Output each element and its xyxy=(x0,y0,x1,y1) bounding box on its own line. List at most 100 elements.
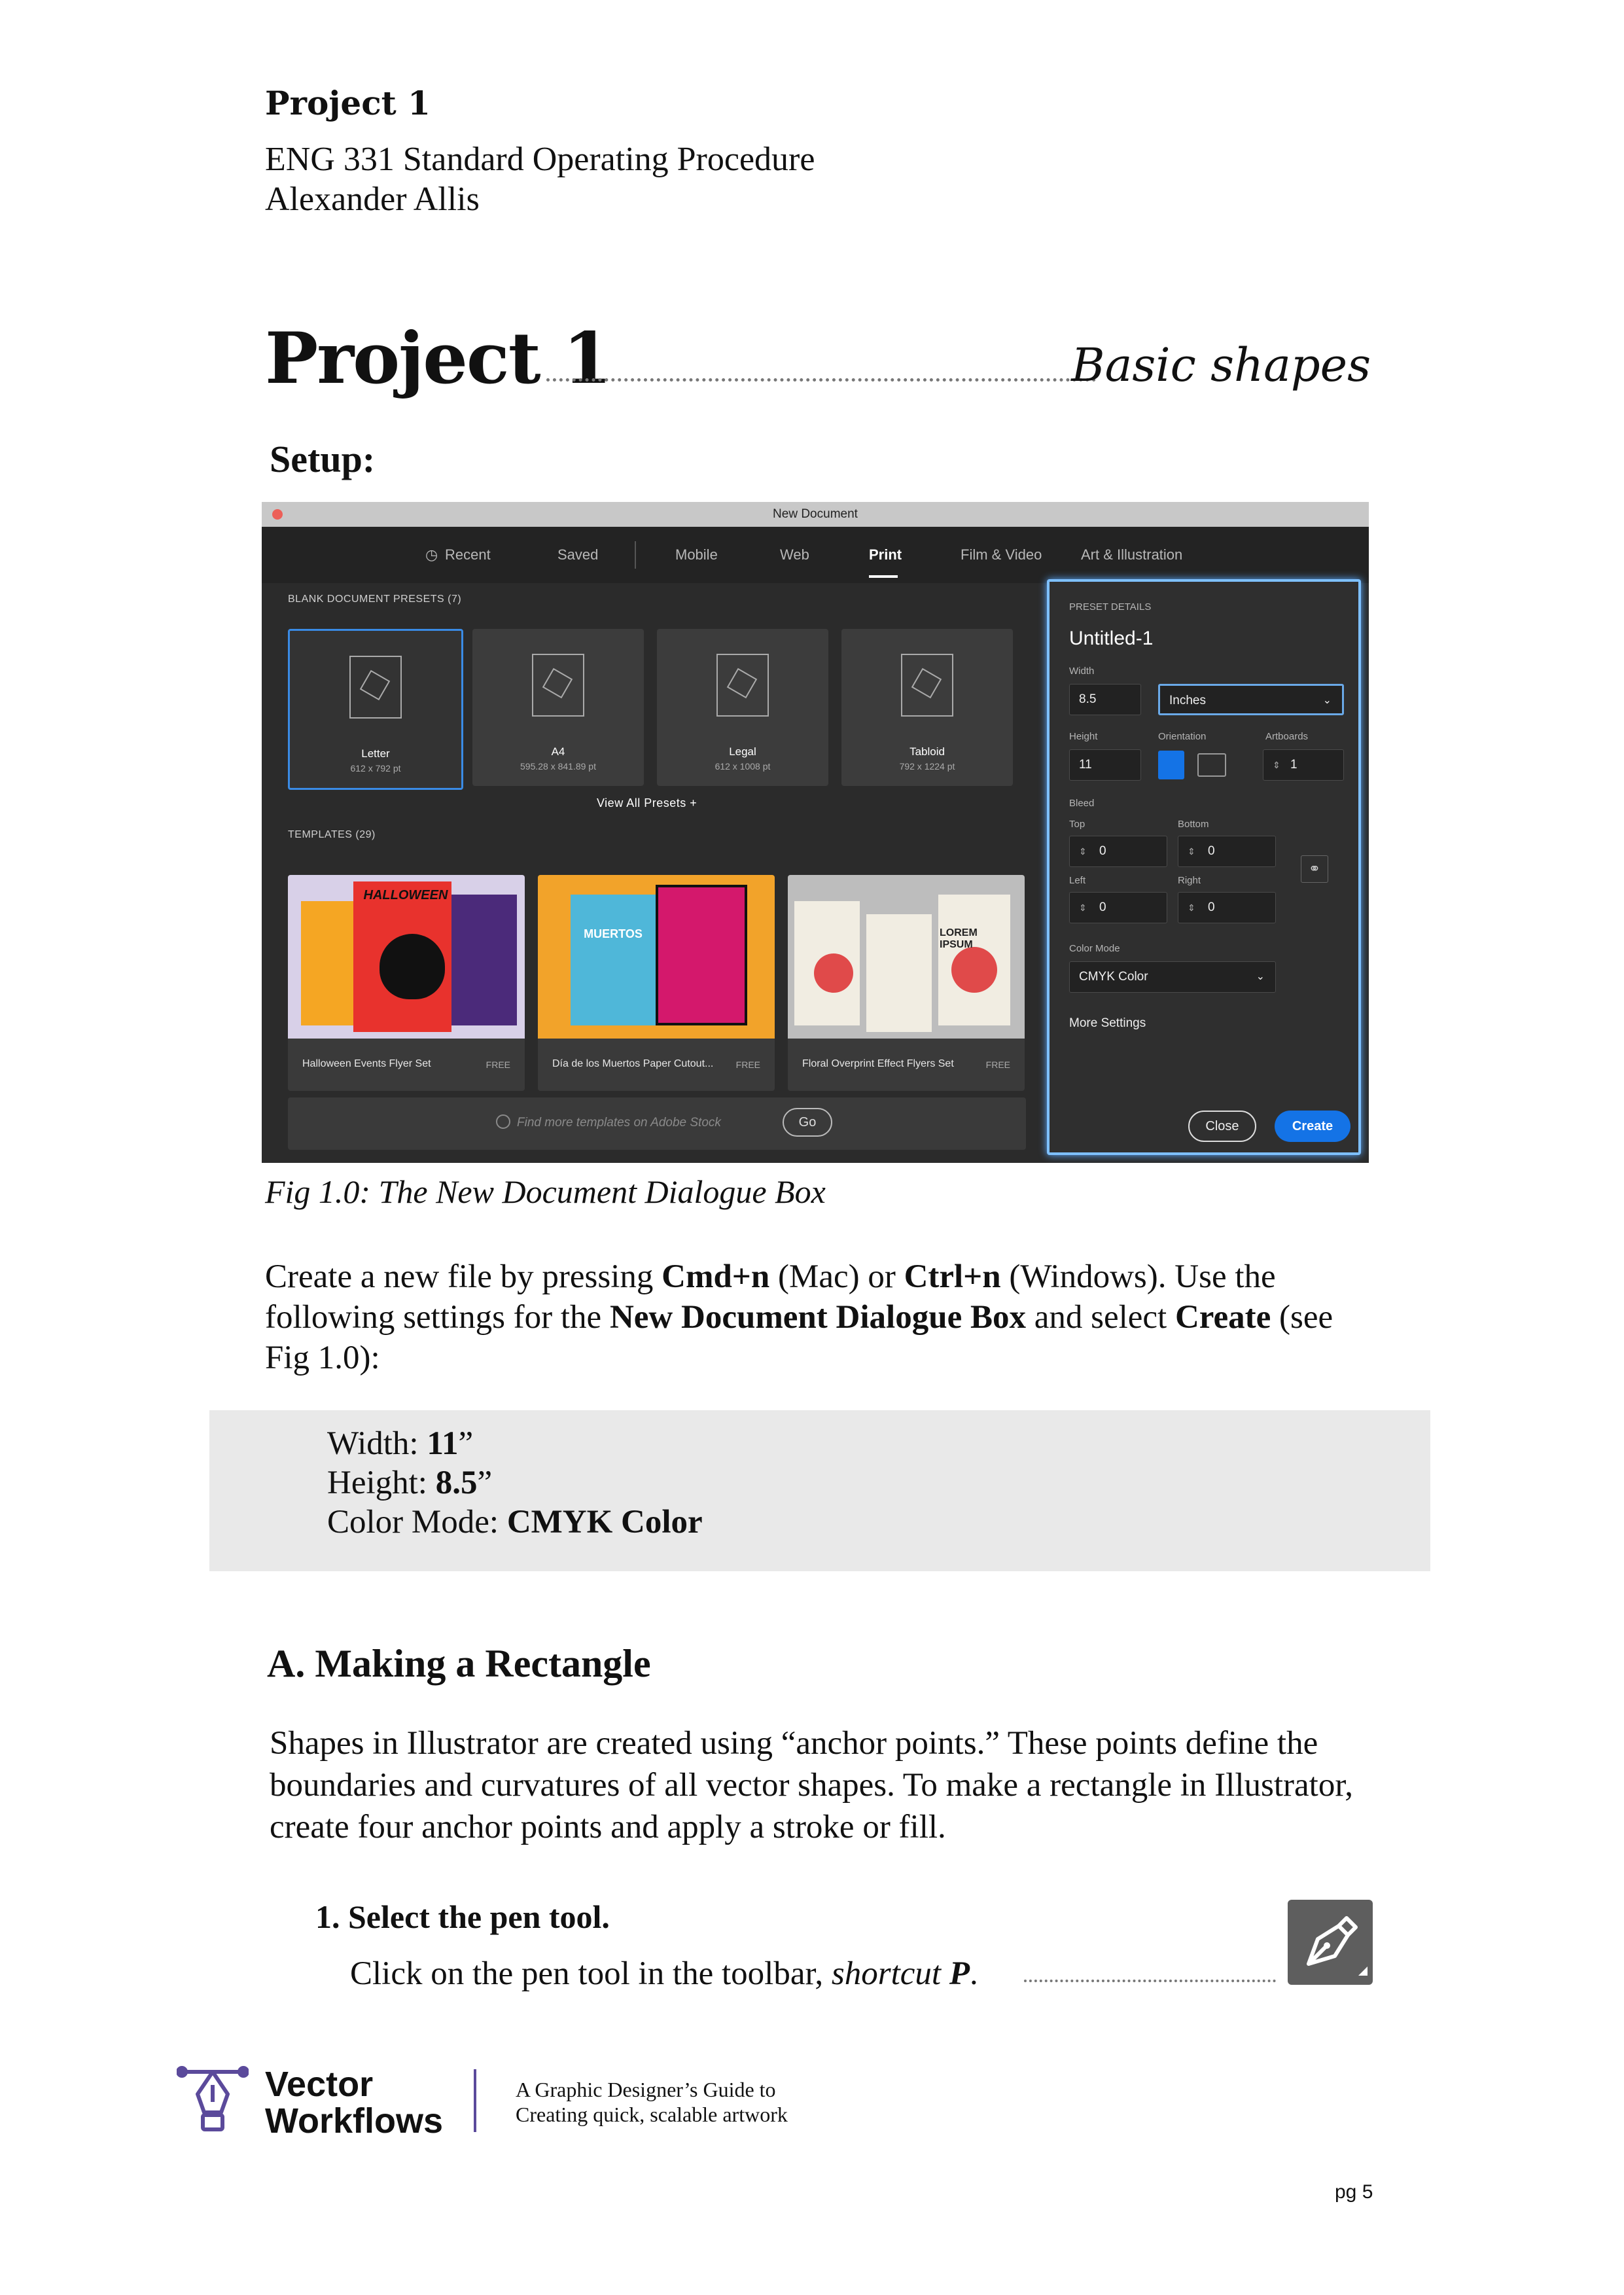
step-text: Click on the pen tool in the toolbar, xyxy=(350,1955,832,1992)
presets-section-label: BLANK DOCUMENT PRESETS (7) xyxy=(288,594,461,605)
bleed-bottom-value: 0 xyxy=(1208,844,1215,858)
step-dot-leader xyxy=(1024,1980,1276,1982)
templates-count: (29) xyxy=(355,829,376,840)
landscape-orientation-icon[interactable] xyxy=(1197,753,1226,777)
artboards-label: Artboards xyxy=(1265,731,1309,742)
shortcut-mac: Cmd+n xyxy=(662,1258,770,1295)
template-muertos[interactable]: MUERTOS Día de los Muertos Paper Cutout.… xyxy=(538,875,775,1091)
preset-size: 612 x 1008 pt xyxy=(715,761,771,772)
header-author: Alexander Allis xyxy=(265,181,480,218)
view-all-presets-link[interactable]: View All Presets + xyxy=(597,796,697,810)
template-badge: FREE xyxy=(735,1059,760,1070)
preset-a4[interactable]: A4 595.28 x 841.89 pt xyxy=(472,629,644,786)
figure-caption: Fig 1.0: The New Document Dialogue Box xyxy=(265,1173,826,1210)
window-close-icon[interactable] xyxy=(272,509,283,520)
height-input[interactable]: 11 xyxy=(1069,749,1141,781)
close-button[interactable]: Close xyxy=(1188,1111,1256,1142)
artboards-stepper[interactable]: ⇕ 1 xyxy=(1263,749,1344,781)
title-dot-leader xyxy=(546,378,1096,382)
preset-size: 612 x 792 pt xyxy=(350,763,401,774)
para-text: (Mac) or xyxy=(769,1258,904,1295)
width-input[interactable]: 8.5 xyxy=(1069,684,1141,715)
active-tab-indicator xyxy=(869,575,898,578)
tab-recent[interactable]: Recent xyxy=(445,546,491,563)
template-halloween[interactable]: HALLOWEEN Halloween Events Flyer Set FRE… xyxy=(288,875,525,1091)
stepper-icon: ⇕ xyxy=(1079,902,1087,913)
tab-film-video[interactable]: Film & Video xyxy=(961,546,1042,563)
portrait-orientation-icon[interactable] xyxy=(1158,751,1184,779)
template-thumbnail: MUERTOS xyxy=(538,875,775,1039)
orientation-label: Orientation xyxy=(1158,731,1207,742)
footer-tagline: Creating quick, scalable artwork xyxy=(516,2103,788,2126)
dialog-name: New Document Dialogue Box xyxy=(609,1299,1026,1336)
create-button[interactable]: Create xyxy=(1275,1111,1350,1142)
section-paragraph: Shapes in Illustrator are created using … xyxy=(270,1725,1354,1845)
template-badge: FREE xyxy=(985,1059,1010,1070)
page-number: pg 5 xyxy=(1335,2181,1373,2203)
bleed-top-label: Top xyxy=(1069,819,1086,830)
setup-heading: Setup: xyxy=(270,438,376,480)
settings-box: Width: 11” Height: 8.5” Color Mode: CMYK… xyxy=(209,1410,1430,1571)
document-preset-icon xyxy=(716,654,769,717)
chevron-down-icon: ⌄ xyxy=(1256,971,1265,982)
template-name: Floral Overprint Effect Flyers Set xyxy=(802,1058,954,1069)
section-heading: A. Making a Rectangle xyxy=(267,1642,651,1685)
templates-section-label: TEMPLATES (29) xyxy=(288,829,376,841)
setting-value: 11 xyxy=(427,1425,459,1462)
tab-recent-icon: ◷ xyxy=(425,546,438,563)
tab-saved[interactable]: Saved xyxy=(557,546,598,563)
shortcut-label: shortcut xyxy=(831,1955,949,1992)
instruction-paragraph: Create a new file by pressing Cmd+n (Mac… xyxy=(265,1256,1377,1378)
setting-width: Width: 11” xyxy=(327,1425,473,1463)
header-project-label: Project 1 xyxy=(265,84,431,122)
shortcut-windows: Ctrl+n xyxy=(904,1258,1001,1295)
preset-tabloid[interactable]: Tabloid 792 x 1224 pt xyxy=(841,629,1013,786)
stepper-icon: ⇕ xyxy=(1188,846,1195,857)
width-label: Width xyxy=(1069,666,1095,677)
units-value: Inches xyxy=(1169,694,1206,707)
bleed-right-input[interactable]: ⇕ 0 xyxy=(1178,892,1276,923)
page-title: Project 1 xyxy=(265,317,612,400)
step-trail: . xyxy=(970,1955,978,1992)
search-input[interactable]: Find more templates on Adobe Stock xyxy=(517,1116,721,1130)
logo-text: Workflows xyxy=(265,2101,444,2141)
template-thumbnail: LOREM IPSUM xyxy=(788,875,1025,1039)
template-art-text: MUERTOS xyxy=(584,927,643,940)
preset-legal[interactable]: Legal 612 x 1008 pt xyxy=(657,629,828,786)
color-mode-label: Color Mode xyxy=(1069,943,1120,954)
bleed-left-input[interactable]: ⇕ 0 xyxy=(1069,892,1167,923)
tab-web[interactable]: Web xyxy=(780,546,809,563)
inch-mark: ” xyxy=(477,1465,493,1501)
go-button[interactable]: Go xyxy=(783,1108,832,1137)
template-badge: FREE xyxy=(485,1059,510,1070)
units-dropdown[interactable]: Inches ⌄ xyxy=(1158,684,1344,715)
color-mode-dropdown[interactable]: CMYK Color ⌄ xyxy=(1069,961,1276,993)
document-name-field[interactable]: Untitled-1 xyxy=(1069,628,1153,650)
link-icon[interactable]: ⚭ xyxy=(1301,855,1328,883)
more-settings-link[interactable]: More Settings xyxy=(1069,1016,1146,1031)
document-preset-icon xyxy=(349,656,402,719)
create-term: Create xyxy=(1174,1299,1271,1336)
setting-value: CMYK Color xyxy=(506,1504,703,1540)
preset-size: 792 x 1224 pt xyxy=(899,761,955,772)
presets-count: (7) xyxy=(448,594,462,605)
bleed-bottom-label: Bottom xyxy=(1178,819,1209,830)
page-subtitle: Basic shapes xyxy=(1071,338,1371,392)
bleed-top-input[interactable]: ⇕ 0 xyxy=(1069,836,1167,867)
bleed-left-label: Left xyxy=(1069,875,1086,886)
bleed-bottom-input[interactable]: ⇕ 0 xyxy=(1178,836,1276,867)
document-preset-icon xyxy=(901,654,953,717)
shortcut-key: P xyxy=(949,1955,970,1992)
preset-letter[interactable]: Letter 612 x 792 pt xyxy=(288,629,463,790)
para-text: Create a new file by pressing xyxy=(265,1258,662,1295)
height-label: Height xyxy=(1069,731,1098,742)
setting-label: Width: xyxy=(327,1425,427,1462)
template-art-text: LOREM IPSUM xyxy=(940,927,978,950)
step-title: 1. Select the pen tool. xyxy=(315,1898,610,1935)
tab-mobile[interactable]: Mobile xyxy=(675,546,718,563)
tab-print[interactable]: Print xyxy=(869,546,902,563)
bleed-right-value: 0 xyxy=(1208,900,1215,914)
tab-art-illustration[interactable]: Art & Illustration xyxy=(1081,546,1182,563)
bleed-top-value: 0 xyxy=(1099,844,1106,858)
template-floral[interactable]: LOREM IPSUM Floral Overprint Effect Flye… xyxy=(788,875,1025,1091)
